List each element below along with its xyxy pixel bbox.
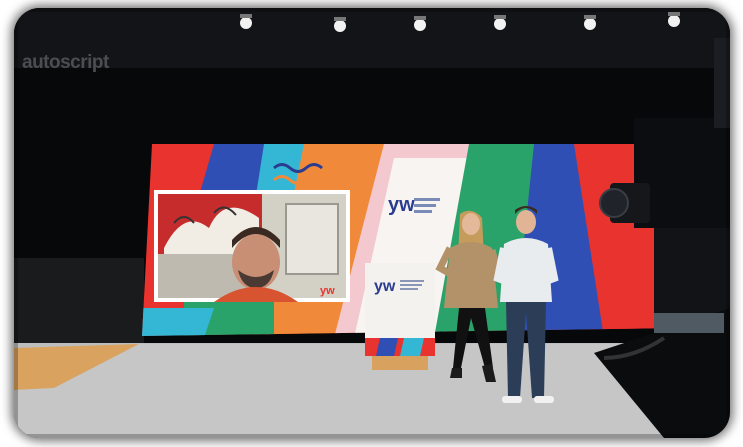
stage-photo: yw yw yw: [14, 8, 730, 438]
backdrop-brand-text: autoscript: [22, 52, 109, 73]
svg-text:yw: yw: [388, 194, 415, 216]
video-call-screen: yw: [154, 190, 350, 302]
left-wall: [14, 258, 144, 348]
photo-frame: yw yw yw autoscript: [14, 8, 730, 438]
ceiling-area: [14, 8, 730, 68]
svg-text:yw: yw: [374, 278, 396, 295]
podium: yw: [365, 263, 435, 370]
svg-text:yw: yw: [320, 285, 335, 297]
